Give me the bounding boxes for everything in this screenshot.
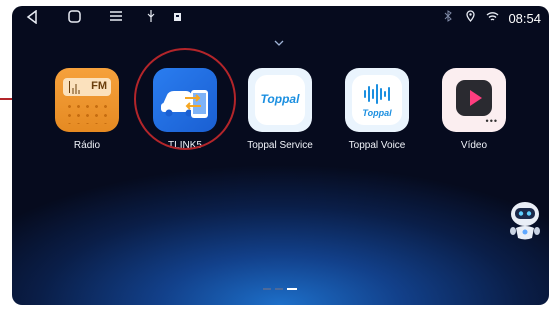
page-indicator-dot — [263, 288, 271, 290]
toppal-service-icon[interactable]: Toppal — [248, 68, 312, 132]
toppal-voice-icon[interactable]: Toppal — [345, 68, 409, 132]
back-icon[interactable] — [26, 9, 38, 28]
menu-icon[interactable] — [110, 10, 122, 26]
toppal-logo-text: Toppal — [362, 108, 392, 118]
toppal-logo-text: Toppal — [260, 92, 300, 106]
usb-icon — [147, 10, 155, 26]
app-label: Vídeo — [460, 140, 488, 151]
app-video[interactable]: ••• Vídeo — [428, 68, 520, 151]
wifi-icon — [486, 10, 499, 26]
app-label: Toppal Service — [247, 140, 313, 151]
home-icon[interactable] — [68, 10, 81, 27]
car-head-unit-screen: 08:54 FM Rádio TLINK5 Toppal Toppal Serv… — [12, 6, 549, 305]
app-radio[interactable]: FM Rádio — [41, 68, 133, 151]
app-label: Rádio — [73, 140, 101, 151]
status-bar: 08:54 — [12, 6, 549, 32]
radio-icon[interactable]: FM — [55, 68, 119, 132]
app-label: Toppal Voice — [348, 140, 406, 151]
radio-fm-text: FM — [91, 80, 107, 92]
chevron-down-icon[interactable] — [274, 38, 284, 49]
sd-card-icon — [174, 10, 182, 26]
highlight-circle — [134, 48, 236, 150]
app-toppal-voice[interactable]: Toppal Toppal Voice — [331, 68, 423, 151]
app-toppal-service[interactable]: Toppal Toppal Service — [234, 68, 326, 151]
page-indicator-dot — [275, 288, 283, 290]
location-icon — [466, 10, 475, 26]
bluetooth-icon — [444, 10, 452, 26]
robot-assistant-icon[interactable] — [508, 200, 542, 242]
video-play-icon[interactable]: ••• — [442, 68, 506, 132]
page-indicator-dot-active — [287, 288, 297, 290]
clock: 08:54 — [508, 11, 541, 26]
